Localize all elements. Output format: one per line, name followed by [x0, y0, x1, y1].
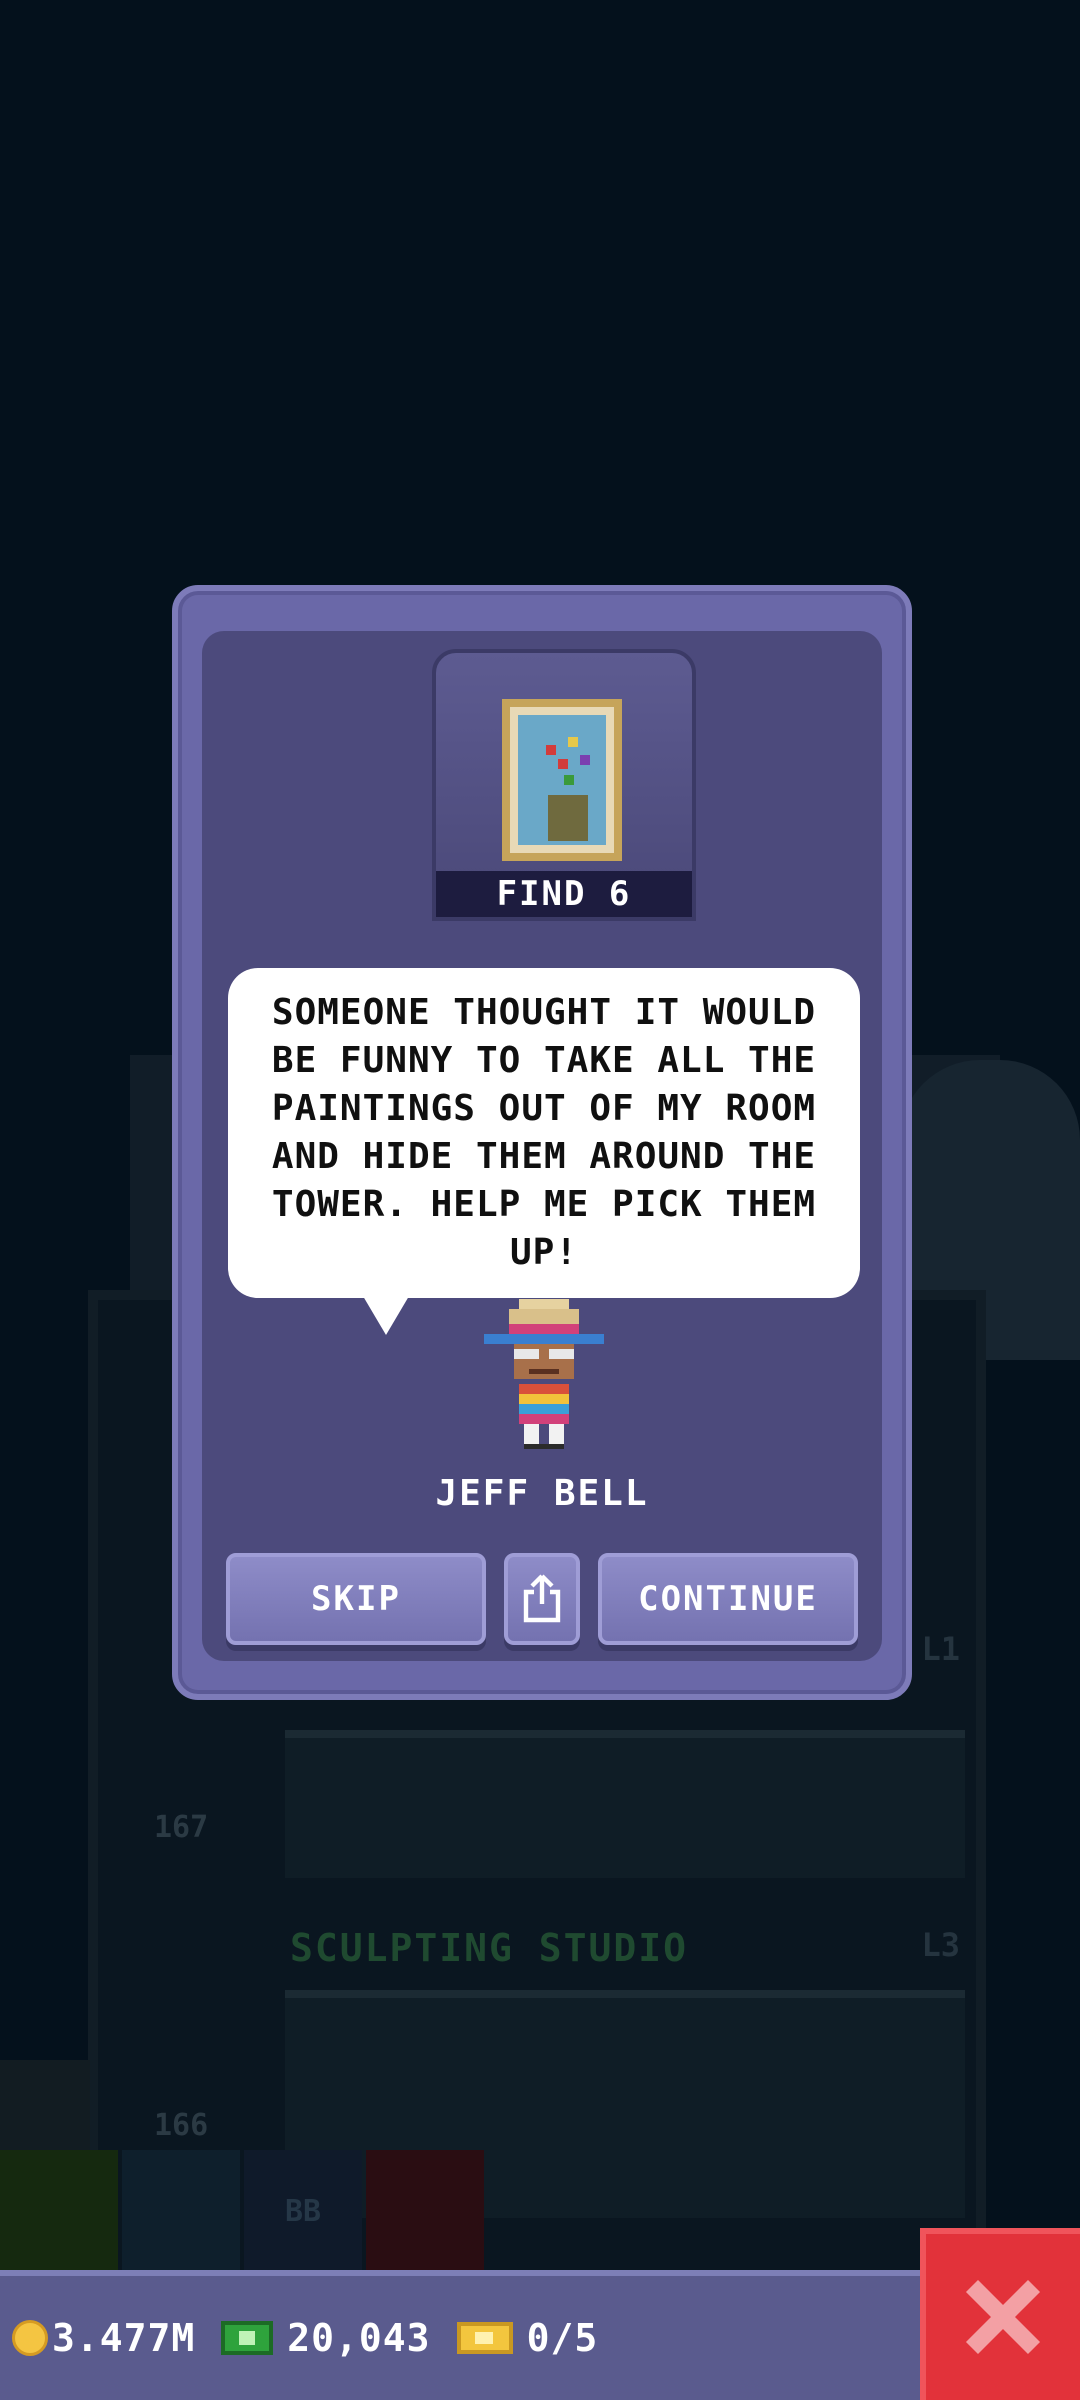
floor-number: 167 — [154, 1810, 209, 1845]
coins-icon — [0, 2150, 118, 2272]
speech-bubble-tail — [360, 1291, 412, 1335]
bux-stat: 20,043 — [221, 2316, 430, 2360]
ticket-icon — [456, 2322, 513, 2354]
speech-bubble: SOMEONE THOUGHT IT WOULD BE FUNNY TO TAK… — [228, 968, 860, 1298]
bottom-toolbar: BB — [0, 2150, 484, 2272]
build-icon — [122, 2150, 240, 2272]
elevator-icon — [366, 2150, 484, 2272]
share-icon — [523, 1574, 561, 1623]
find-count-label: FIND 6 — [436, 871, 692, 917]
npc-name: JEFF BELL — [435, 1473, 649, 1514]
skip-button[interactable]: SKIP — [226, 1553, 486, 1645]
tickets-stat: 0/5 — [456, 2316, 599, 2360]
coin-icon — [12, 2320, 48, 2356]
npc-avatar — [484, 1299, 604, 1449]
floor-room — [285, 1730, 965, 1878]
quest-dialog-body: FIND 6 SOMEONE THOUGHT IT WOULD BE FUNNY… — [202, 631, 882, 1661]
bb-button: BB — [244, 2150, 362, 2272]
floor-room-name: SCULPTING STUDIO — [290, 1926, 689, 1970]
floor-level: L3 — [921, 1926, 960, 1964]
floor-level-upper: L1 — [921, 1630, 960, 1668]
quest-dialog: FIND 6 SOMEONE THOUGHT IT WOULD BE FUNNY… — [172, 585, 912, 1700]
coins-stat: 3.477M — [12, 2316, 195, 2360]
floor-number: 166 — [154, 2108, 209, 2143]
continue-button[interactable]: CONTINUE — [598, 1553, 858, 1645]
quest-item-box: FIND 6 — [432, 649, 696, 921]
close-icon — [965, 2279, 1041, 2355]
bux-icon — [221, 2321, 274, 2355]
quest-message: SOMEONE THOUGHT IT WOULD BE FUNNY TO TAK… — [271, 992, 817, 1273]
bux-value: 20,043 — [287, 2316, 431, 2360]
share-button[interactable] — [504, 1553, 580, 1645]
coins-value: 3.477M — [52, 2316, 196, 2360]
close-button[interactable] — [920, 2228, 1080, 2400]
tickets-value: 0/5 — [526, 2316, 599, 2360]
status-bar: 3.477M 20,043 0/5 — [0, 2270, 930, 2400]
painting-icon — [502, 699, 622, 861]
